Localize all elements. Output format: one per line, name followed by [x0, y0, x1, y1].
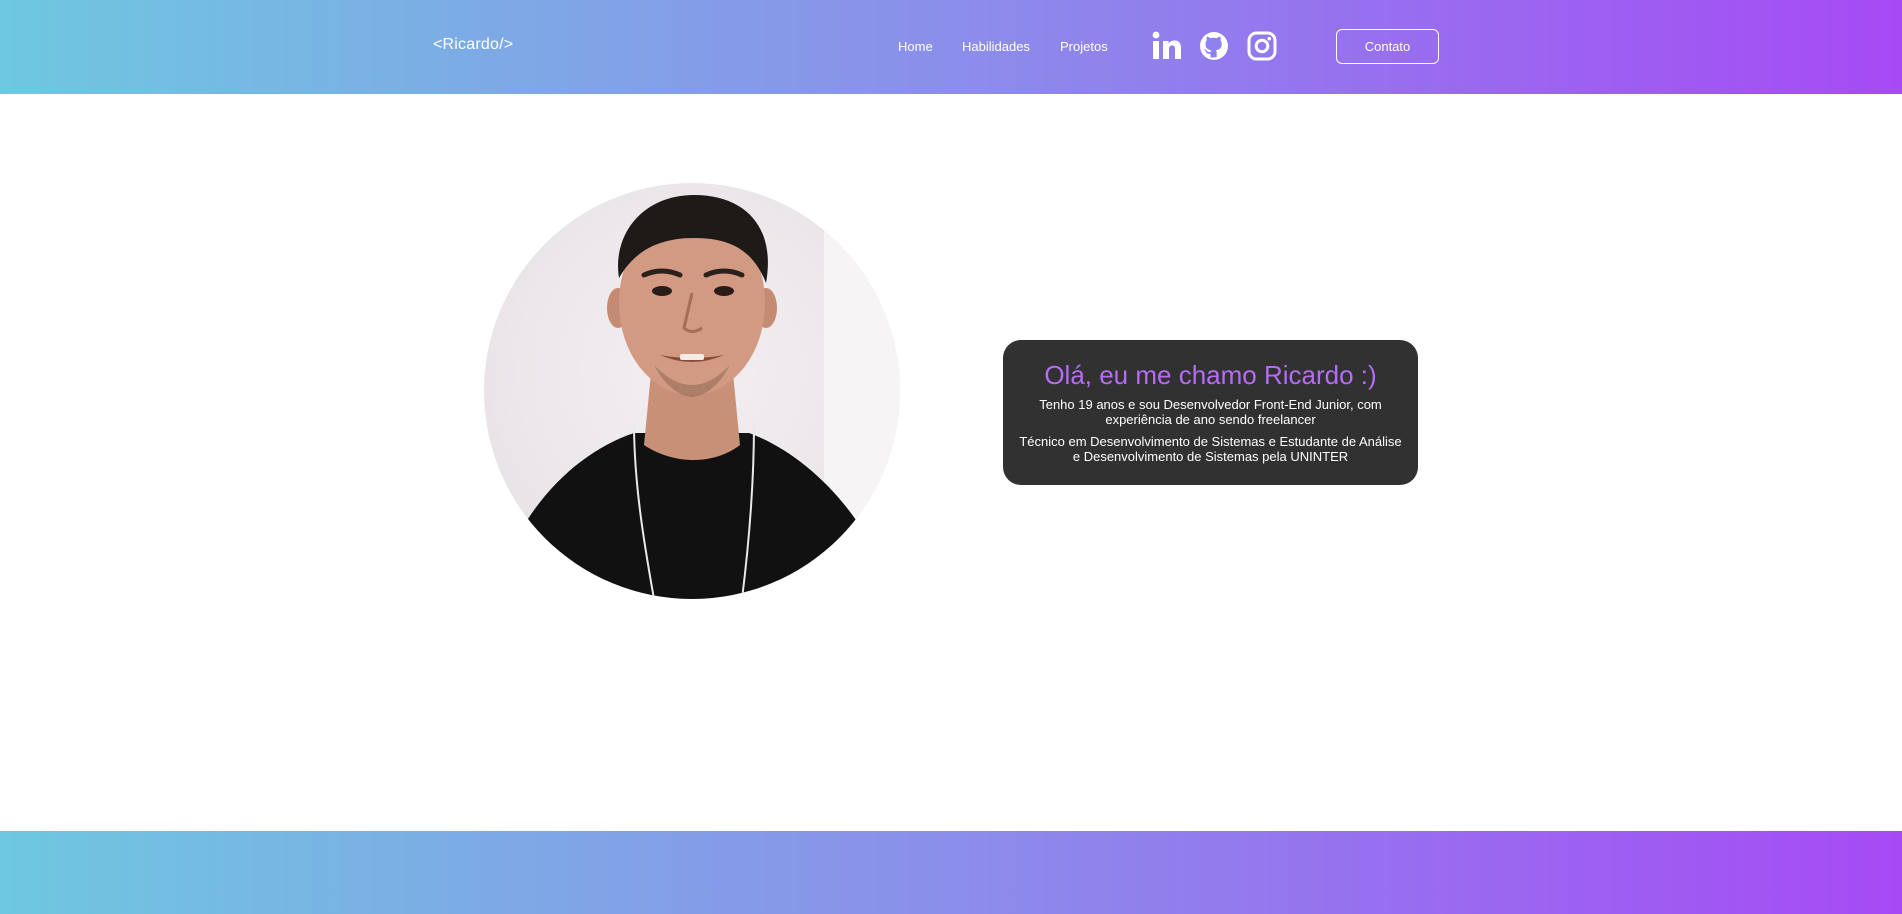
linkedin-icon[interactable]	[1151, 30, 1183, 62]
contact-button[interactable]: Contato	[1336, 29, 1439, 64]
intro-card: Olá, eu me chamo Ricardo :) Tenho 19 ano…	[1003, 340, 1418, 485]
nav-home[interactable]: Home	[898, 39, 933, 54]
profile-photo	[484, 183, 900, 599]
top-navbar: <Ricardo/> Home Habilidades Projetos Con…	[0, 0, 1902, 94]
instagram-icon[interactable]	[1246, 30, 1278, 62]
intro-paragraph-education: Técnico em Desenvolvimento de Sistemas e…	[1019, 434, 1402, 464]
github-icon[interactable]	[1198, 30, 1230, 62]
intro-paragraph-age: Tenho 19 anos e sou Desenvolvedor Front-…	[1039, 397, 1382, 427]
nav-habilidades[interactable]: Habilidades	[962, 39, 1030, 54]
site-logo[interactable]: <Ricardo/>	[433, 36, 513, 54]
intro-title: Olá, eu me chamo Ricardo :)	[1044, 360, 1377, 390]
footer	[0, 831, 1902, 914]
profile-photo-illustration	[494, 183, 900, 599]
nav-projetos[interactable]: Projetos	[1060, 39, 1108, 54]
